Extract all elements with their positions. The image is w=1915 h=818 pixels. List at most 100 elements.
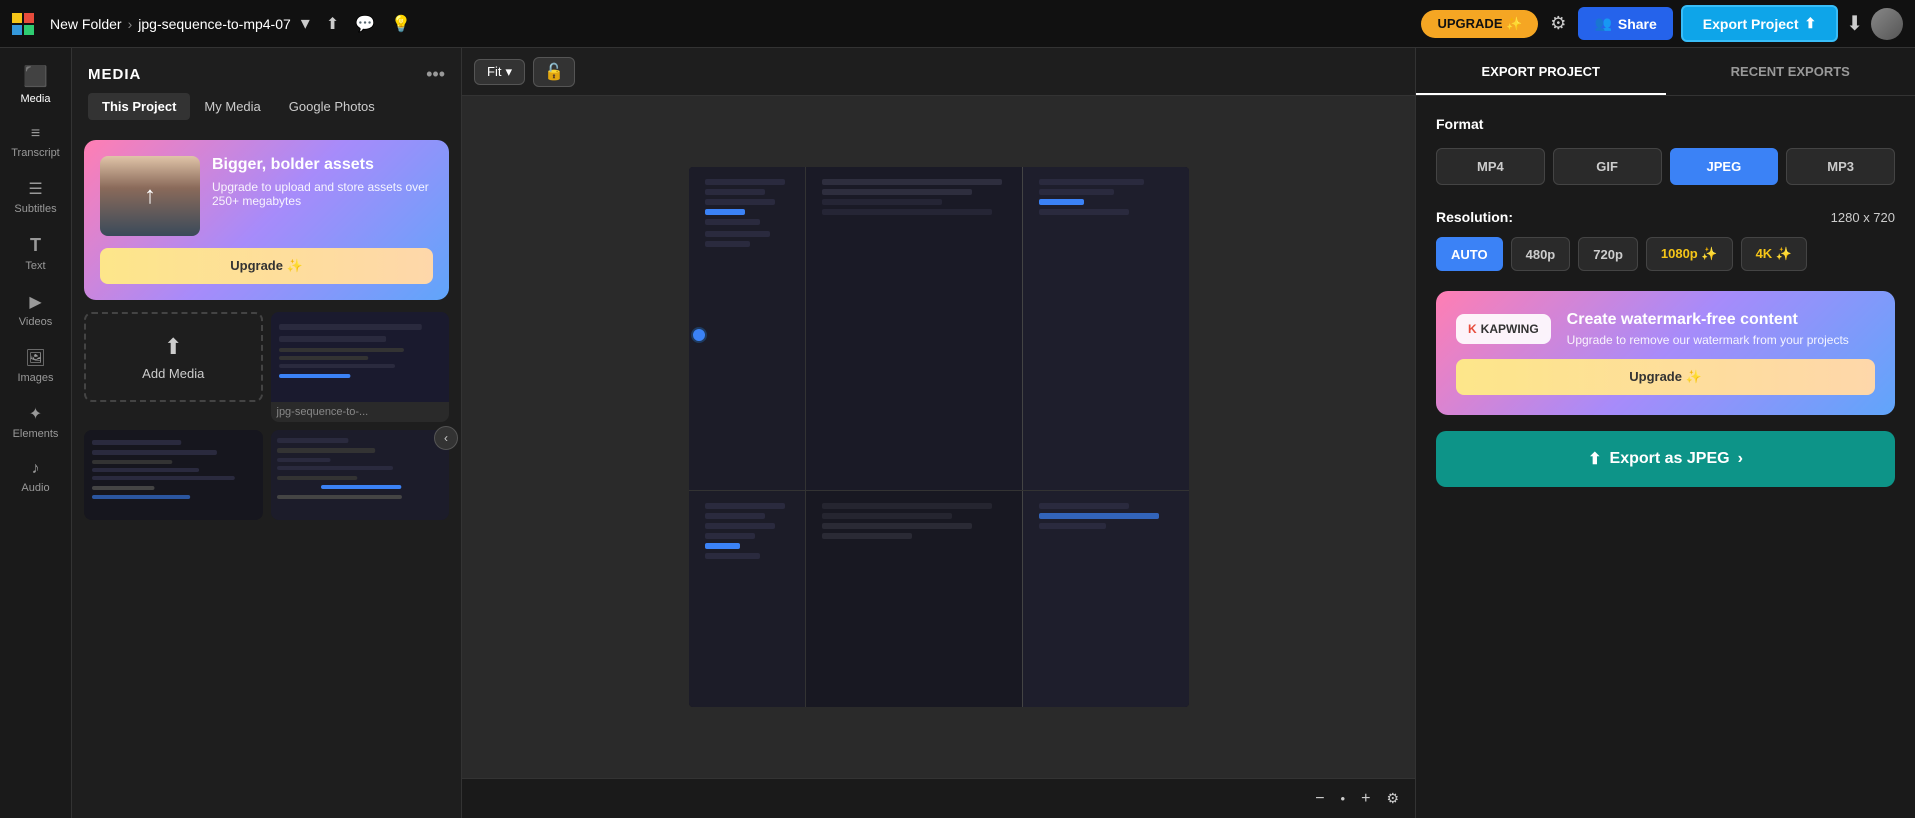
sidebar-icons: ⬛ Media ≡ Transcript ☰ Subtitles T Text … — [0, 48, 72, 818]
upgrade-text: Bigger, bolder assets Upgrade to upload … — [212, 156, 433, 208]
panel-collapse-button[interactable]: ‹ — [434, 426, 458, 450]
format-row: MP4 GIF JPEG MP3 — [1436, 148, 1895, 185]
fake-screen-top — [689, 167, 1189, 491]
export-upgrade-button[interactable]: Upgrade ✨ — [1456, 359, 1875, 395]
resolution-auto[interactable]: AUTO — [1436, 237, 1503, 271]
bulb-icon[interactable]: 💡 — [387, 10, 415, 38]
sidebar-item-label-videos: Videos — [19, 316, 52, 328]
fit-label: Fit — [487, 64, 501, 79]
sidebar-item-text[interactable]: T Text — [4, 227, 68, 280]
format-gif[interactable]: GIF — [1553, 148, 1662, 185]
sidebar-item-label-transcript: Transcript — [11, 147, 60, 159]
fake-panel-right-top — [1022, 167, 1189, 490]
sidebar-item-transcript[interactable]: ≡ Transcript — [4, 117, 68, 167]
canvas-area: Fit ▾ 🔓 — [462, 48, 1415, 818]
breadcrumb-sep: › — [128, 16, 133, 32]
resolution-4k[interactable]: 4K ✨ — [1741, 237, 1807, 271]
tab-my-media[interactable]: My Media — [190, 93, 274, 120]
resolution-480p[interactable]: 480p — [1511, 237, 1571, 271]
comments-icon[interactable]: 💬 — [351, 10, 379, 38]
upgrade-card-top: ↑ Bigger, bolder assets Upgrade to uploa… — [100, 156, 433, 236]
zoom-settings-button[interactable]: ⚙ — [1386, 790, 1399, 807]
folder-name[interactable]: New Folder — [50, 16, 122, 32]
lock-button[interactable]: 🔓 — [533, 57, 575, 87]
logo-rect-2 — [24, 13, 34, 23]
export-as-jpeg-button[interactable]: ⬆ Export as JPEG › — [1436, 431, 1895, 487]
audio-icon: ♪ — [32, 460, 40, 478]
text-icon: T — [30, 235, 41, 256]
logo-rect-1 — [12, 13, 22, 23]
export-project-label: Export Project — [1703, 16, 1799, 32]
media-icon: ⬛ — [23, 64, 48, 89]
kapwing-logo: K KAPWING — [1456, 314, 1551, 344]
tab-this-project[interactable]: This Project — [88, 93, 190, 120]
media-tabs: This Project My Media Google Photos — [72, 93, 461, 120]
sidebar-item-audio[interactable]: ♪ Audio — [4, 452, 68, 502]
media-header: MEDIA ••• — [72, 48, 461, 93]
upgrade-thumbnail: ↑ — [100, 156, 200, 236]
zoom-out-button[interactable]: − — [1311, 786, 1328, 812]
tab-export-project[interactable]: EXPORT PROJECT — [1416, 48, 1666, 95]
logo-rect-4 — [24, 25, 34, 35]
upgrade-body: Upgrade to upload and store assets over … — [212, 180, 433, 208]
export-action-chevron: › — [1738, 450, 1743, 468]
share-button[interactable]: 👥 Share — [1578, 7, 1672, 40]
resolution-1080p[interactable]: 1080p ✨ — [1646, 237, 1733, 271]
canvas-preview — [689, 167, 1189, 707]
export-upgrade-body: Upgrade to remove our watermark from you… — [1567, 333, 1849, 347]
sidebar-item-media[interactable]: ⬛ Media — [4, 56, 68, 113]
upgrade-button[interactable]: UPGRADE ✨ — [1421, 10, 1538, 38]
media-thumb-1 — [271, 312, 450, 402]
sidebar-item-label-images: Images — [17, 372, 53, 384]
media-panel: MEDIA ••• This Project My Media Google P… — [72, 48, 462, 818]
format-mp4[interactable]: MP4 — [1436, 148, 1545, 185]
resolution-value: 1280 x 720 — [1831, 210, 1895, 225]
tab-recent-exports[interactable]: RECENT EXPORTS — [1666, 48, 1915, 95]
resolution-row: AUTO 480p 720p 1080p ✨ 4K ✨ — [1436, 237, 1895, 271]
project-name[interactable]: jpg-sequence-to-mp4-07 — [138, 16, 291, 32]
media-thumb-svg-1 — [271, 312, 450, 402]
videos-icon: ▶ — [29, 292, 41, 312]
zoom-in-button[interactable]: + — [1357, 786, 1374, 812]
sidebar-item-images[interactable]: 🖼 Images — [4, 340, 68, 392]
app-logo — [12, 13, 34, 35]
canvas-toolbar: Fit ▾ 🔓 — [462, 48, 1415, 96]
sidebar-item-elements[interactable]: ✦ Elements — [4, 396, 68, 448]
upload-icon[interactable]: ⬆ — [322, 10, 343, 38]
project-dropdown-btn[interactable]: ▾ — [297, 9, 314, 38]
sidebar-item-subtitles[interactable]: ☰ Subtitles — [4, 171, 68, 223]
share-label: Share — [1618, 16, 1657, 32]
media-item-2[interactable] — [84, 430, 263, 520]
export-project-button[interactable]: Export Project ⬆ — [1681, 5, 1838, 42]
export-upgrade-text: Create watermark-free content Upgrade to… — [1567, 311, 1849, 347]
sidebar-item-videos[interactable]: ▶ Videos — [4, 284, 68, 336]
download-icon[interactable]: ⬇ — [1846, 11, 1863, 36]
tab-google-photos[interactable]: Google Photos — [275, 93, 389, 120]
zoom-dot: • — [1341, 791, 1346, 806]
settings-icon[interactable]: ⚙ — [1546, 9, 1570, 38]
export-panel: EXPORT PROJECT RECENT EXPORTS Format MP4… — [1415, 48, 1915, 818]
media-item-3[interactable] — [271, 430, 450, 520]
kapwing-logo-text: KAPWING — [1481, 322, 1539, 336]
bottom-bar: − • + ⚙ — [462, 778, 1415, 818]
resolution-header: Resolution: 1280 x 720 — [1436, 209, 1895, 225]
sidebar-item-label-audio: Audio — [21, 482, 49, 494]
export-project-icon: ⬆ — [1805, 15, 1817, 32]
upgrade-label: UPGRADE ✨ — [1437, 16, 1522, 32]
images-icon: 🖼 — [25, 348, 45, 368]
format-label: Format — [1436, 116, 1895, 132]
sidebar-item-label-media: Media — [21, 93, 51, 105]
format-mp3[interactable]: MP3 — [1786, 148, 1895, 185]
format-jpeg[interactable]: JPEG — [1670, 148, 1779, 185]
user-avatar[interactable] — [1871, 8, 1903, 40]
upgrade-heading: Bigger, bolder assets — [212, 156, 433, 174]
fit-button[interactable]: Fit ▾ — [474, 59, 525, 85]
fake-panel-center-top — [806, 167, 1022, 490]
export-tabs: EXPORT PROJECT RECENT EXPORTS — [1416, 48, 1915, 96]
add-media-button[interactable]: ⬆ Add Media — [84, 312, 263, 402]
media-item-1[interactable]: jpg-sequence-to-... — [271, 312, 450, 422]
upgrade-card-button[interactable]: Upgrade ✨ — [100, 248, 433, 284]
resolution-720p[interactable]: 720p — [1578, 237, 1638, 271]
media-more-button[interactable]: ••• — [426, 64, 445, 85]
fake-panel-center-bot — [806, 491, 1022, 707]
